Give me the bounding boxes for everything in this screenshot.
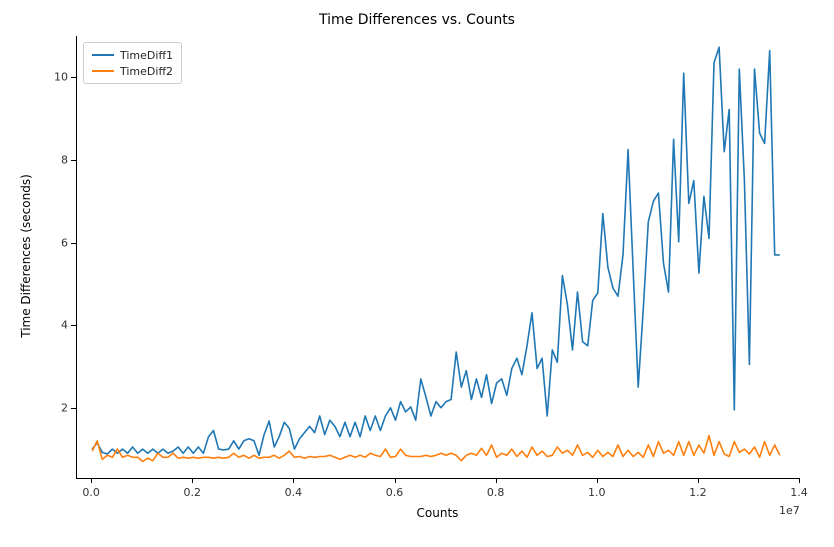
y-tick-label: 4 <box>50 319 68 332</box>
series-line-1 <box>92 436 780 462</box>
legend-swatch-0 <box>92 54 114 56</box>
x-tick-label: 0.8 <box>487 486 505 499</box>
y-tick-label: 2 <box>50 401 68 414</box>
plot-area: TimeDiff1 TimeDiff2 <box>76 36 800 479</box>
x-tick-mark <box>293 478 294 483</box>
chart-lines <box>77 36 800 478</box>
y-tick-label: 8 <box>50 153 68 166</box>
y-tick-mark <box>71 243 76 244</box>
legend-swatch-1 <box>92 70 114 72</box>
legend-item-0: TimeDiff1 <box>92 47 173 63</box>
legend: TimeDiff1 TimeDiff2 <box>83 42 182 84</box>
legend-label: TimeDiff1 <box>120 49 173 62</box>
x-tick-mark <box>395 478 396 483</box>
y-tick-mark <box>71 77 76 78</box>
x-tick-label: 0.0 <box>82 486 100 499</box>
x-tick-label: 1.0 <box>588 486 606 499</box>
y-tick-mark <box>71 408 76 409</box>
y-tick-label: 6 <box>50 236 68 249</box>
x-tick-label: 0.2 <box>184 486 202 499</box>
x-axis-offset: 1e7 <box>779 504 800 517</box>
x-tick-mark <box>496 478 497 483</box>
legend-item-1: TimeDiff2 <box>92 63 173 79</box>
x-tick-mark <box>91 478 92 483</box>
x-tick-mark <box>799 478 800 483</box>
chart-title: Time Differences vs. Counts <box>0 12 834 28</box>
legend-label: TimeDiff2 <box>120 65 173 78</box>
y-tick-label: 10 <box>50 71 68 84</box>
y-tick-mark <box>71 160 76 161</box>
x-tick-label: 1.2 <box>689 486 707 499</box>
series-line-0 <box>92 47 780 455</box>
x-tick-mark <box>192 478 193 483</box>
x-tick-mark <box>698 478 699 483</box>
x-tick-mark <box>597 478 598 483</box>
x-tick-label: 0.6 <box>386 486 404 499</box>
x-tick-label: 1.4 <box>790 486 808 499</box>
chart-figure: Time Differences vs. Counts TimeDiff1 Ti… <box>0 0 834 547</box>
x-axis-label: Counts <box>76 506 799 520</box>
y-axis-label: Time Differences (seconds) <box>19 136 33 376</box>
x-tick-label: 0.4 <box>285 486 303 499</box>
y-tick-mark <box>71 325 76 326</box>
